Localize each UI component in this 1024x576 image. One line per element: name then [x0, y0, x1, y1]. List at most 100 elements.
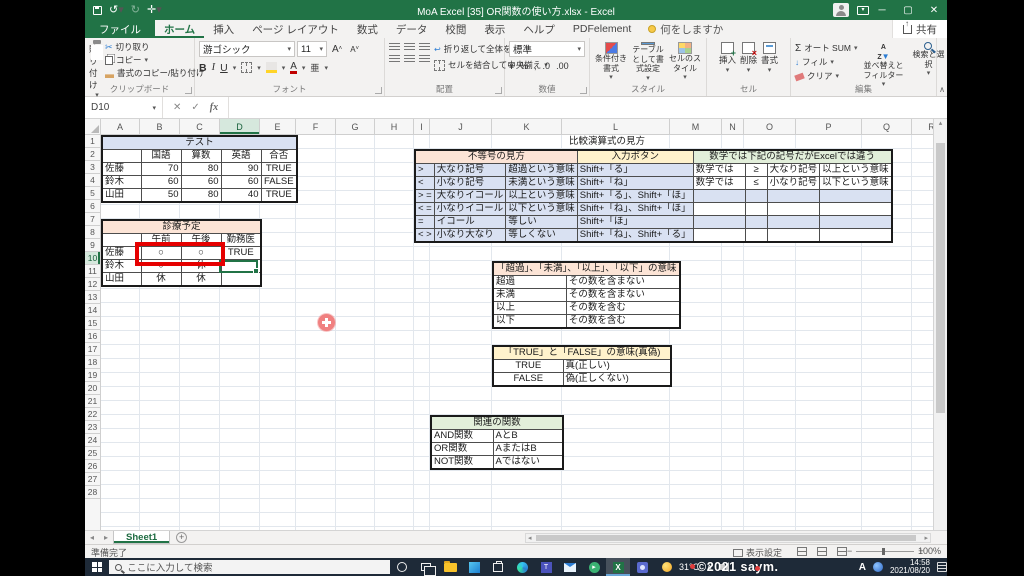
cell[interactable]: 数学では下記の記号だがExcelでは違う	[692, 149, 893, 164]
cell[interactable]	[744, 189, 768, 203]
cell[interactable]	[819, 202, 893, 216]
cell[interactable]: 80	[180, 188, 222, 203]
cell[interactable]: ≥	[744, 163, 768, 177]
cell[interactable]: Shift+「ほ」	[576, 215, 694, 229]
comma-style-icon[interactable]: ,	[534, 61, 537, 71]
cell[interactable]: OR関数	[430, 442, 494, 456]
minimize-button[interactable]: ─	[869, 0, 895, 20]
grow-font-icon[interactable]: A ˄	[329, 41, 345, 57]
cell[interactable]	[744, 215, 768, 229]
italic-button[interactable]: I	[212, 62, 216, 73]
row-header-11[interactable]: 11	[85, 265, 100, 278]
cell[interactable]: >	[414, 163, 435, 177]
cell[interactable]	[692, 189, 746, 203]
column-header-R[interactable]: R	[912, 119, 933, 134]
row-header-13[interactable]: 13	[85, 291, 100, 304]
copy-button[interactable]: コピー ▾	[105, 54, 204, 67]
cell[interactable]	[766, 202, 821, 216]
cell[interactable]: 以下という意味	[819, 176, 893, 190]
cell[interactable]	[819, 215, 893, 229]
teams-button[interactable]: T	[534, 558, 558, 576]
cell[interactable]	[819, 228, 893, 243]
delete-cells-button[interactable]: 削除▾	[740, 41, 757, 83]
hscroll-left-icon[interactable]: ◂	[528, 534, 532, 543]
formula-input[interactable]	[229, 97, 947, 118]
row-header-21[interactable]: 21	[85, 395, 100, 408]
row-header-10[interactable]: 10	[85, 252, 100, 265]
cell[interactable]: イコール	[433, 215, 507, 229]
column-header-E[interactable]: E	[260, 119, 296, 134]
align-center-icon[interactable]	[404, 55, 415, 64]
cell[interactable]: 山田	[101, 188, 142, 203]
cell[interactable]: TRUE	[492, 359, 564, 373]
cell[interactable]: Aではない	[492, 455, 564, 470]
cell[interactable]: AまたはB	[492, 442, 564, 456]
cell[interactable]: FALSE	[260, 175, 298, 189]
row-header-2[interactable]: 2	[85, 148, 100, 161]
tab-ホーム[interactable]: ホーム	[155, 20, 205, 38]
mail-button[interactable]	[558, 558, 582, 576]
cell[interactable]: < >	[414, 228, 435, 243]
cell[interactable]	[766, 189, 821, 203]
cell[interactable]: 等しくない	[505, 228, 578, 243]
cell[interactable]: 未満	[492, 288, 567, 302]
cell[interactable]: 超過という意味	[505, 163, 578, 177]
cell[interactable]	[692, 228, 746, 243]
column-header-G[interactable]: G	[336, 119, 375, 134]
column-header-I[interactable]: I	[414, 119, 430, 134]
action-center-icon[interactable]	[937, 562, 947, 572]
insert-cells-button[interactable]: 挿入▾	[719, 41, 736, 83]
row-header-9[interactable]: 9	[85, 239, 100, 252]
undo-icon[interactable]: ↺▾	[109, 4, 124, 16]
format-cells-button[interactable]: 書式 ▾	[761, 41, 778, 83]
cell[interactable]: 小なり大なり	[433, 228, 507, 243]
taskbar-search-box[interactable]: ここに入力して検索	[109, 560, 391, 574]
currency-format-icon[interactable]: ¥	[509, 61, 514, 71]
cell[interactable]	[766, 215, 821, 229]
dialog-launcher-icon[interactable]	[185, 87, 192, 94]
column-header-P[interactable]: P	[796, 119, 862, 134]
cell[interactable]: 佐藤	[101, 162, 142, 176]
paste-button[interactable]: 貼り付け ▾	[89, 40, 105, 99]
column-header-C[interactable]: C	[180, 119, 220, 134]
cell[interactable]: 真(正しい)	[562, 359, 672, 373]
ime-mode-indicator[interactable]: A	[859, 562, 866, 573]
percent-style-icon[interactable]: %	[520, 61, 528, 71]
cell[interactable]: 60	[220, 175, 262, 189]
cell[interactable]: Shift+「ね」、Shift+「ほ」	[576, 202, 694, 216]
row-header-17[interactable]: 17	[85, 343, 100, 356]
cortana-button[interactable]	[390, 558, 414, 576]
tab-表示[interactable]: 表示	[475, 20, 514, 38]
cell[interactable]: 小なり記号	[766, 176, 821, 190]
cell-styles-button[interactable]: セルのスタイル ▾	[668, 41, 702, 83]
cell[interactable]: 60	[140, 175, 182, 189]
fill-button[interactable]: ↓ フィル ▾	[795, 56, 857, 69]
sheet-nav-right-icon[interactable]: ▸	[99, 533, 113, 542]
cell[interactable]: 大なり記号	[766, 163, 821, 177]
horizontal-scrollbar[interactable]: ◂ ▸	[525, 533, 931, 543]
shrink-font-icon[interactable]: A ˅	[347, 41, 362, 57]
row-header-27[interactable]: 27	[85, 473, 100, 486]
bold-button[interactable]: B	[199, 62, 207, 74]
underline-button[interactable]: U	[220, 62, 228, 74]
cell[interactable]: 小なりイコール	[433, 202, 507, 216]
row-header-28[interactable]: 28	[85, 486, 100, 499]
cell[interactable]	[220, 272, 262, 287]
cell[interactable]: > =	[414, 189, 435, 203]
page-layout-view-icon[interactable]	[817, 547, 827, 556]
cell[interactable]: 休	[140, 272, 182, 287]
hscroll-right-icon[interactable]: ▸	[924, 534, 928, 543]
cell[interactable]: 算数	[180, 149, 222, 163]
cell[interactable]: テスト	[101, 135, 298, 150]
cell[interactable]: 数学では	[692, 163, 746, 177]
cell[interactable]: 不等号の見方	[414, 149, 578, 164]
start-button[interactable]	[85, 558, 109, 576]
column-header-D[interactable]: D	[220, 119, 260, 134]
cancel-icon[interactable]: ✕	[173, 102, 181, 113]
camera-app-button[interactable]	[630, 558, 654, 576]
weather-icon[interactable]	[662, 562, 673, 572]
row-header-8[interactable]: 8	[85, 226, 100, 239]
cell[interactable]: 小なり記号	[433, 176, 507, 190]
autosum-button[interactable]: Σ オート SUM ▾	[795, 42, 857, 55]
cell[interactable]: 勤務医	[220, 233, 262, 247]
